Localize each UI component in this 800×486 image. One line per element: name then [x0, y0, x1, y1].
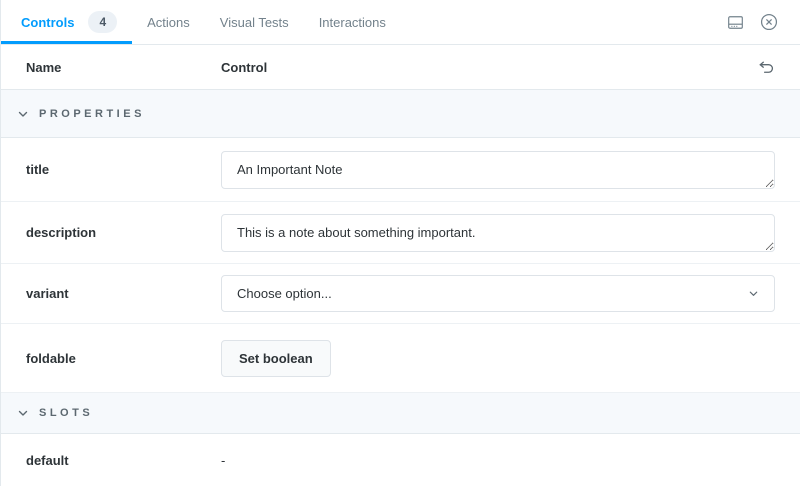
chevron-down-icon [17, 407, 29, 419]
arg-name-variant: variant [26, 286, 69, 301]
panel-position-button[interactable] [726, 13, 744, 31]
arg-name-description: description [26, 225, 97, 240]
tab-interactions[interactable]: Interactions [304, 0, 401, 44]
tabbar-spacer [401, 0, 726, 44]
table-row-foldable: foldable Set boolean [1, 324, 800, 393]
section-slots-label: SLOTS [39, 407, 94, 419]
undo-icon [758, 59, 774, 75]
table-row-variant: variant Choose option... [1, 264, 800, 324]
set-boolean-button[interactable]: Set boolean [221, 339, 331, 377]
tab-visual-tests[interactable]: Visual Tests [205, 0, 304, 44]
tab-interactions-label: Interactions [318, 14, 386, 30]
chevron-down-icon [748, 288, 759, 299]
default-slot-value: - [221, 452, 226, 468]
close-panel-button[interactable] [760, 13, 778, 31]
table-row-description: description This is a note about somethi… [1, 202, 800, 264]
tab-controls[interactable]: Controls 4 [1, 0, 132, 44]
variant-select[interactable]: Choose option... [221, 275, 775, 312]
panel-position-bottom-icon [727, 14, 744, 31]
reset-controls-button[interactable] [757, 58, 775, 76]
arg-name-title: title [26, 162, 50, 177]
tab-actions[interactable]: Actions [132, 0, 205, 44]
table-row-title: title An Important Note [1, 138, 800, 202]
control-column-header: Control [221, 59, 268, 75]
section-properties-label: PROPERTIES [39, 107, 145, 120]
section-properties[interactable]: PROPERTIES [1, 90, 800, 138]
arg-name-foldable: foldable [26, 350, 76, 366]
title-input[interactable]: An Important Note [221, 150, 775, 189]
tabbar-icons [726, 0, 800, 44]
section-slots[interactable]: SLOTS [1, 393, 800, 434]
name-column-header: Name [26, 59, 62, 75]
table-row-default: default - [1, 434, 800, 486]
description-input[interactable]: This is a note about something important… [221, 213, 775, 252]
args-table-header: Name Control [1, 45, 800, 90]
variant-select-placeholder: Choose option... [237, 286, 332, 301]
tab-visual-tests-label: Visual Tests [219, 14, 289, 30]
tab-controls-label: Controls [21, 14, 75, 30]
close-icon [760, 13, 778, 31]
tab-actions-label: Actions [147, 14, 190, 30]
addon-tabbar: Controls 4 Actions Visual Tests Interact… [1, 0, 800, 45]
tab-list: Controls 4 Actions Visual Tests Interact… [1, 0, 401, 44]
controls-count-badge: 4 [88, 11, 118, 33]
arg-name-default: default [26, 452, 69, 468]
chevron-down-icon [17, 108, 29, 120]
